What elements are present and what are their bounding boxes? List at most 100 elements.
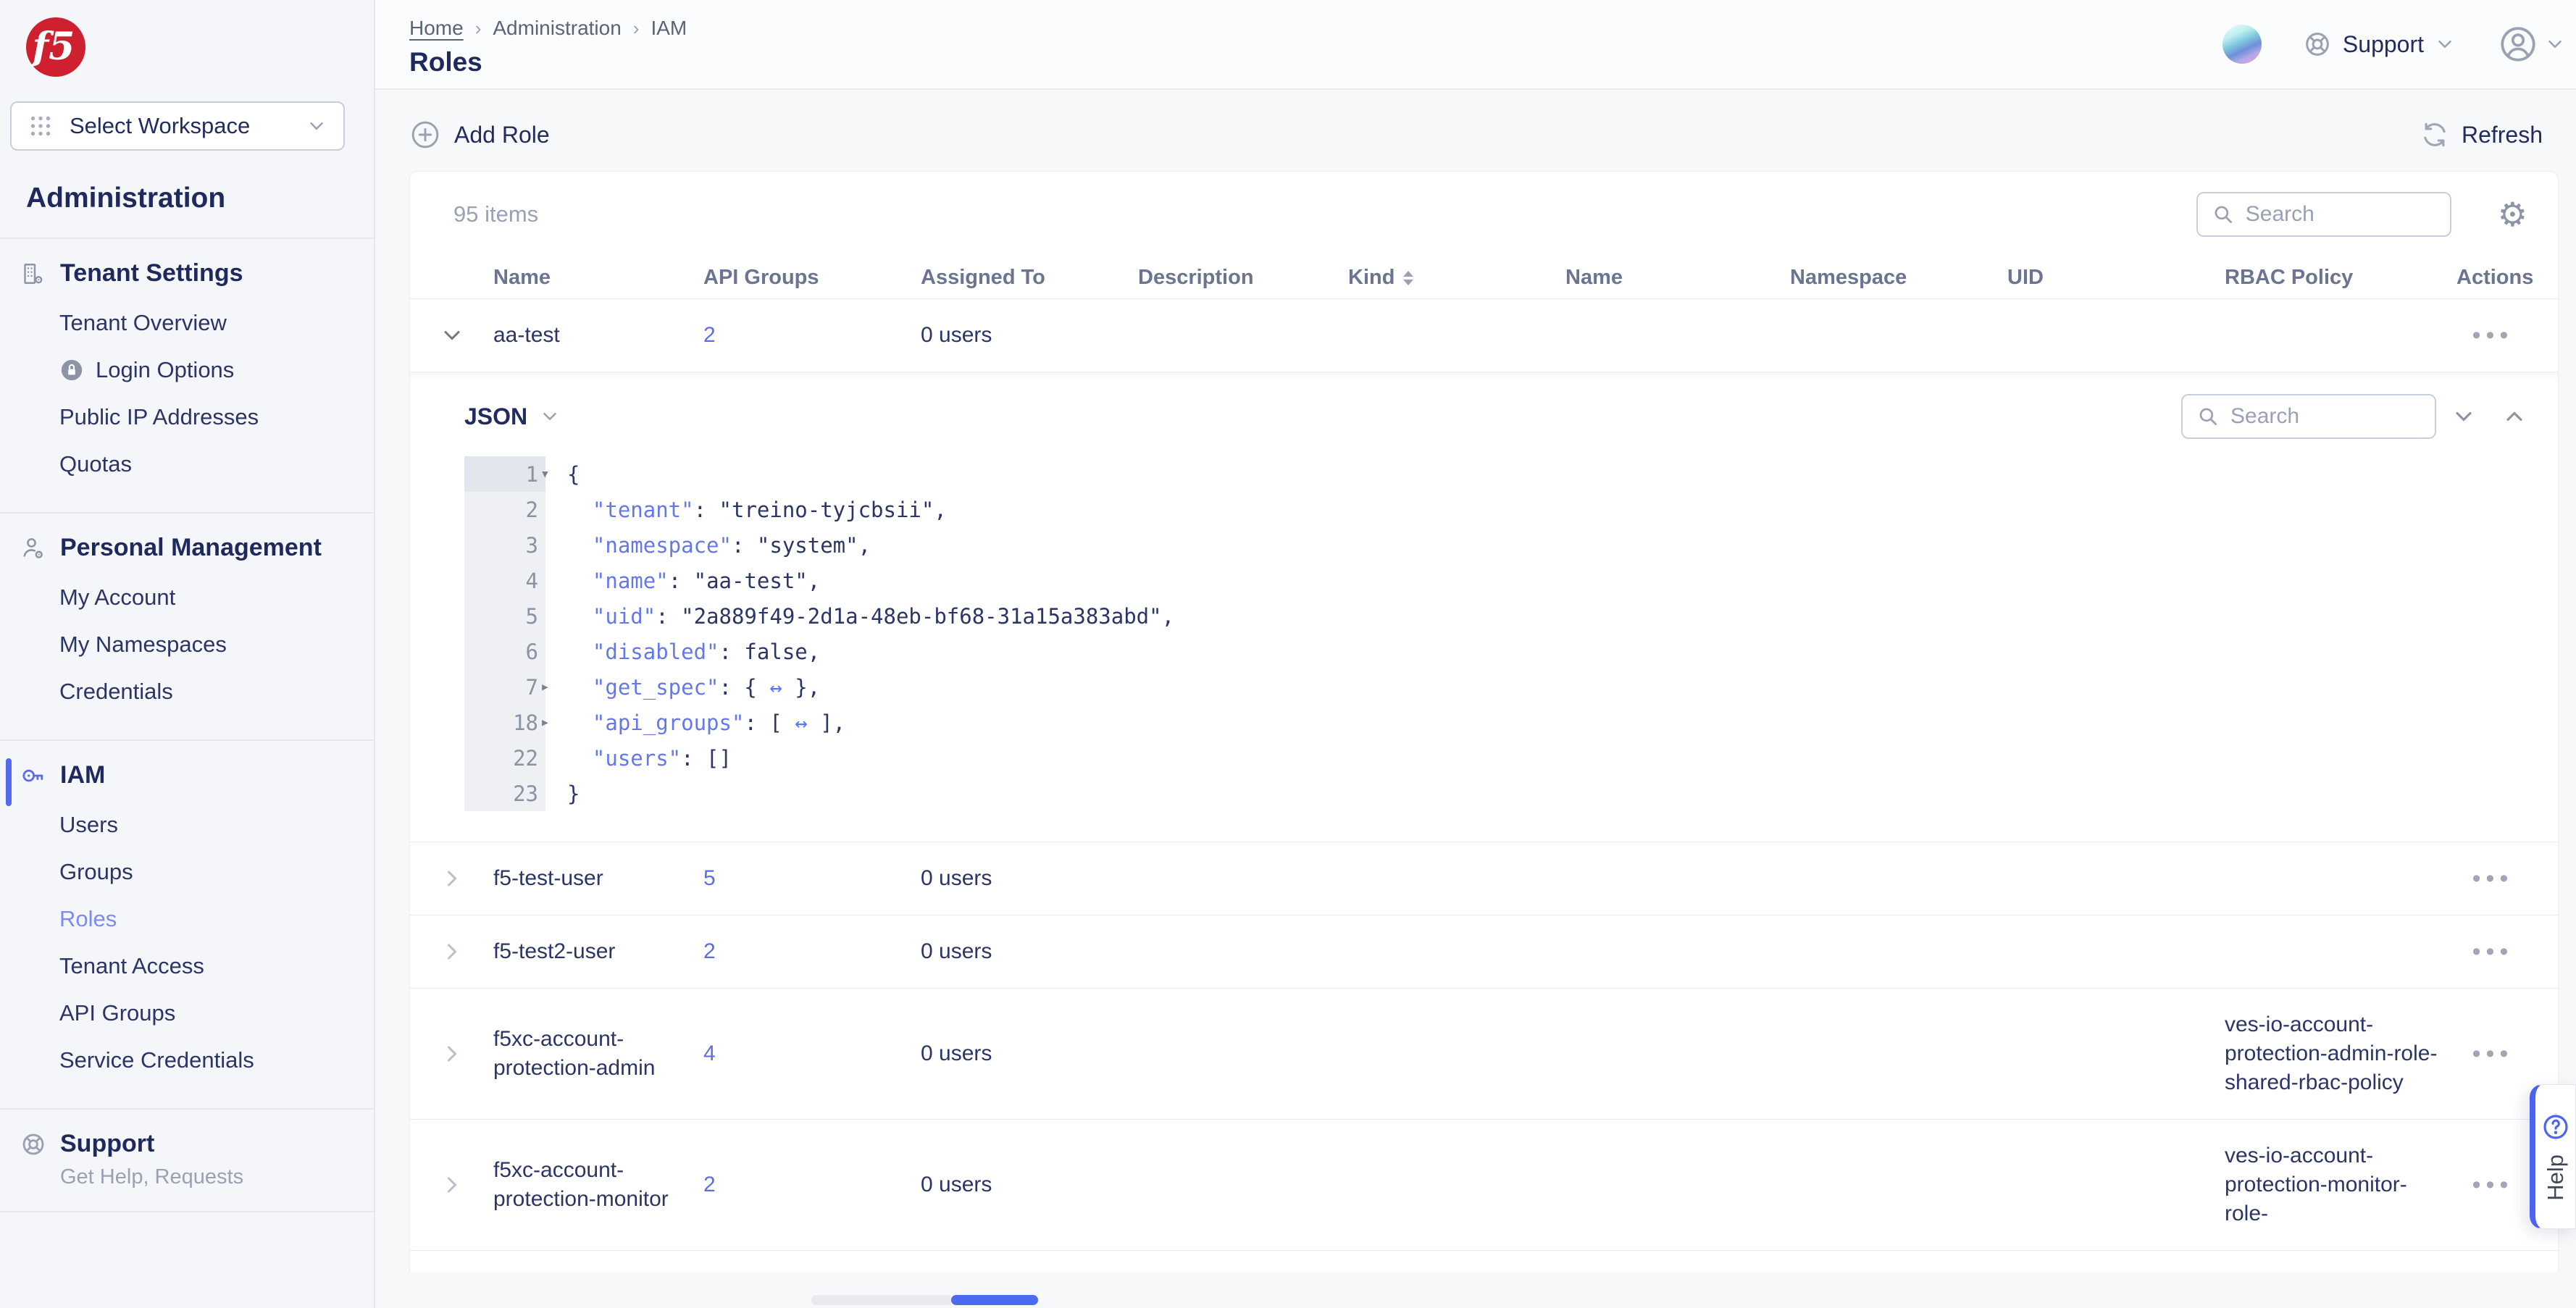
expand-chevron-icon[interactable]: [439, 865, 465, 892]
row-actions-button[interactable]: •••: [2472, 944, 2514, 959]
chevron-down-icon: [539, 406, 561, 427]
horizontal-scrollbar-thumb[interactable]: [951, 1295, 1038, 1305]
tenant-settings-icon: [20, 261, 46, 287]
content-area: Add Role Refresh 95 items: [375, 90, 2576, 1308]
table-row[interactable]: f5xc-account-protection-admin 4 0 users …: [410, 989, 2558, 1120]
json-code-line: 18▸ "api_groups": [ ↔ ],: [464, 705, 2527, 740]
chevron-down-icon: [306, 115, 327, 137]
sidebar-item-public-ip-addresses[interactable]: Public IP Addresses: [59, 393, 374, 440]
sidebar-item-login-options[interactable]: Login Options: [59, 346, 374, 393]
workspace-selector[interactable]: Select Workspace: [10, 101, 345, 151]
help-tab-label: Help: [2543, 1154, 2569, 1201]
table-row[interactable]: f5-test-user 5 0 users •••: [410, 842, 2558, 915]
section-header-iam[interactable]: IAM: [20, 761, 374, 789]
breadcrumb-home[interactable]: Home: [409, 17, 464, 40]
search-icon: [2196, 404, 2220, 429]
json-code-line: 4 "name": "aa-test",: [464, 563, 2527, 598]
expand-chevron-icon[interactable]: [439, 1041, 465, 1067]
json-code-line: 5 "uid": "2a889f49-2d1a-48eb-bf68-31a15a…: [464, 598, 2527, 634]
table-settings-gear-icon[interactable]: ⚙: [2498, 198, 2527, 231]
api-groups-link[interactable]: 5: [703, 866, 716, 890]
items-count: 95 items: [453, 201, 2196, 227]
json-mode-dropdown[interactable]: JSON: [464, 403, 561, 430]
add-role-button[interactable]: Add Role: [409, 119, 550, 151]
section-header-personal-management[interactable]: Personal Management: [20, 534, 374, 562]
sidebar-item-tenant-access[interactable]: Tenant Access: [59, 942, 374, 989]
table-header-row: NameAPI GroupsAssigned ToDescriptionKind…: [410, 257, 2558, 299]
api-groups-link[interactable]: 2: [703, 323, 716, 347]
account-menu[interactable]: [2498, 24, 2566, 64]
refresh-button[interactable]: Refresh: [2420, 120, 2543, 150]
assigned-to: 0 users: [921, 1039, 1138, 1068]
sidebar-item-my-account[interactable]: My Account: [59, 574, 374, 621]
rbac-policy: ves-io-account-protection-admin-role-sha…: [2225, 1010, 2456, 1097]
fold-closed-icon[interactable]: ▸: [540, 678, 550, 696]
breadcrumb-separator: ›: [475, 17, 482, 40]
expand-chevron-icon[interactable]: [439, 322, 465, 348]
sidebar-item-credentials[interactable]: Credentials: [59, 668, 374, 715]
expand-chevron-icon[interactable]: [439, 939, 465, 965]
table-row[interactable]: aa-test 2 0 users •••: [410, 299, 2558, 372]
assigned-to: 0 users: [921, 1170, 1138, 1199]
sidebar-item-roles[interactable]: Roles: [59, 895, 374, 942]
row-actions-button[interactable]: •••: [2472, 328, 2514, 343]
fold-open-icon[interactable]: ▾: [540, 465, 550, 483]
column-header-namespace: Namespace: [1790, 266, 2007, 290]
column-header-rbac-policy: RBAC Policy: [2225, 266, 2456, 290]
line-gutter: 3: [464, 527, 545, 563]
column-header-kind[interactable]: Kind: [1348, 266, 1565, 290]
api-groups-link[interactable]: 2: [703, 939, 716, 963]
role-name: f5-test2-user: [493, 937, 703, 966]
role-name: f5xc-account-protection-monitor: [493, 1156, 703, 1214]
help-tab[interactable]: Help: [2530, 1084, 2576, 1229]
api-groups-link[interactable]: 2: [703, 1173, 716, 1196]
breadcrumb-iam[interactable]: IAM: [651, 17, 687, 40]
sidebar-item-my-namespaces[interactable]: My Namespaces: [59, 621, 374, 668]
sidebar-item-users[interactable]: Users: [59, 801, 374, 848]
breadcrumb: Home › Administration › IAM: [409, 17, 2222, 40]
table-search-input[interactable]: [2246, 202, 2437, 227]
line-gutter: 6: [464, 634, 545, 669]
sidebar-item-groups[interactable]: Groups: [59, 848, 374, 895]
active-section-indicator: [6, 758, 12, 806]
json-code-line: 23}: [464, 776, 2527, 811]
sidebar-item-quotas[interactable]: Quotas: [59, 440, 374, 487]
roles-table-card: 95 items ⚙ NameAPI GroupsAssigned ToDesc…: [409, 171, 2559, 1272]
column-header-assigned-to: Assigned To: [921, 266, 1138, 290]
support-subtitle: Get Help, Requests: [60, 1165, 374, 1189]
sidebar-item-api-groups[interactable]: API Groups: [59, 989, 374, 1036]
sort-icon[interactable]: [1403, 271, 1413, 285]
breadcrumb-administration[interactable]: Administration: [493, 17, 621, 40]
row-actions-button[interactable]: •••: [2472, 871, 2514, 886]
row-actions-button[interactable]: •••: [2472, 1047, 2514, 1061]
table-row[interactable]: f5xc-account-protection-monitor 2 0 user…: [410, 1120, 2558, 1251]
sidebar-item-service-credentials[interactable]: Service Credentials: [59, 1036, 374, 1083]
assistant-orb[interactable]: [2222, 25, 2262, 64]
refresh-label: Refresh: [2462, 122, 2543, 148]
json-code-line: 6 "disabled": false,: [464, 634, 2527, 669]
json-code-line: 22 "users": []: [464, 740, 2527, 776]
column-header-name-2: Name: [1565, 266, 1790, 290]
personal-management-icon: [20, 535, 46, 561]
column-header-actions: Actions: [2456, 266, 2558, 290]
help-question-icon: [2541, 1112, 2570, 1141]
fold-closed-icon[interactable]: ▸: [540, 713, 550, 731]
support-menu[interactable]: Support: [2302, 29, 2456, 59]
prev-match-chevron-up-icon[interactable]: [2501, 403, 2527, 429]
next-match-chevron-down-icon[interactable]: [2451, 403, 2477, 429]
json-search: [2181, 394, 2436, 439]
section-header-tenant-settings[interactable]: Tenant Settings: [20, 259, 374, 288]
api-groups-link[interactable]: 4: [703, 1041, 716, 1065]
expand-chevron-icon[interactable]: [439, 1172, 465, 1198]
lifebuoy-icon: [20, 1131, 47, 1158]
table-row[interactable]: f5-test2-user 2 0 users •••: [410, 915, 2558, 989]
sidebar-item-tenant-overview[interactable]: Tenant Overview: [59, 299, 374, 346]
json-search-input[interactable]: [2230, 404, 2422, 429]
line-gutter: 2: [464, 492, 545, 527]
row-actions-button[interactable]: •••: [2472, 1178, 2514, 1192]
workspace-selector-label: Select Workspace: [70, 113, 306, 139]
json-code-line: 3 "namespace": "system",: [464, 527, 2527, 563]
sidebar-support[interactable]: Support: [20, 1130, 374, 1158]
f5-logo[interactable]: f5: [26, 17, 85, 77]
line-gutter: 18▸: [464, 705, 545, 740]
